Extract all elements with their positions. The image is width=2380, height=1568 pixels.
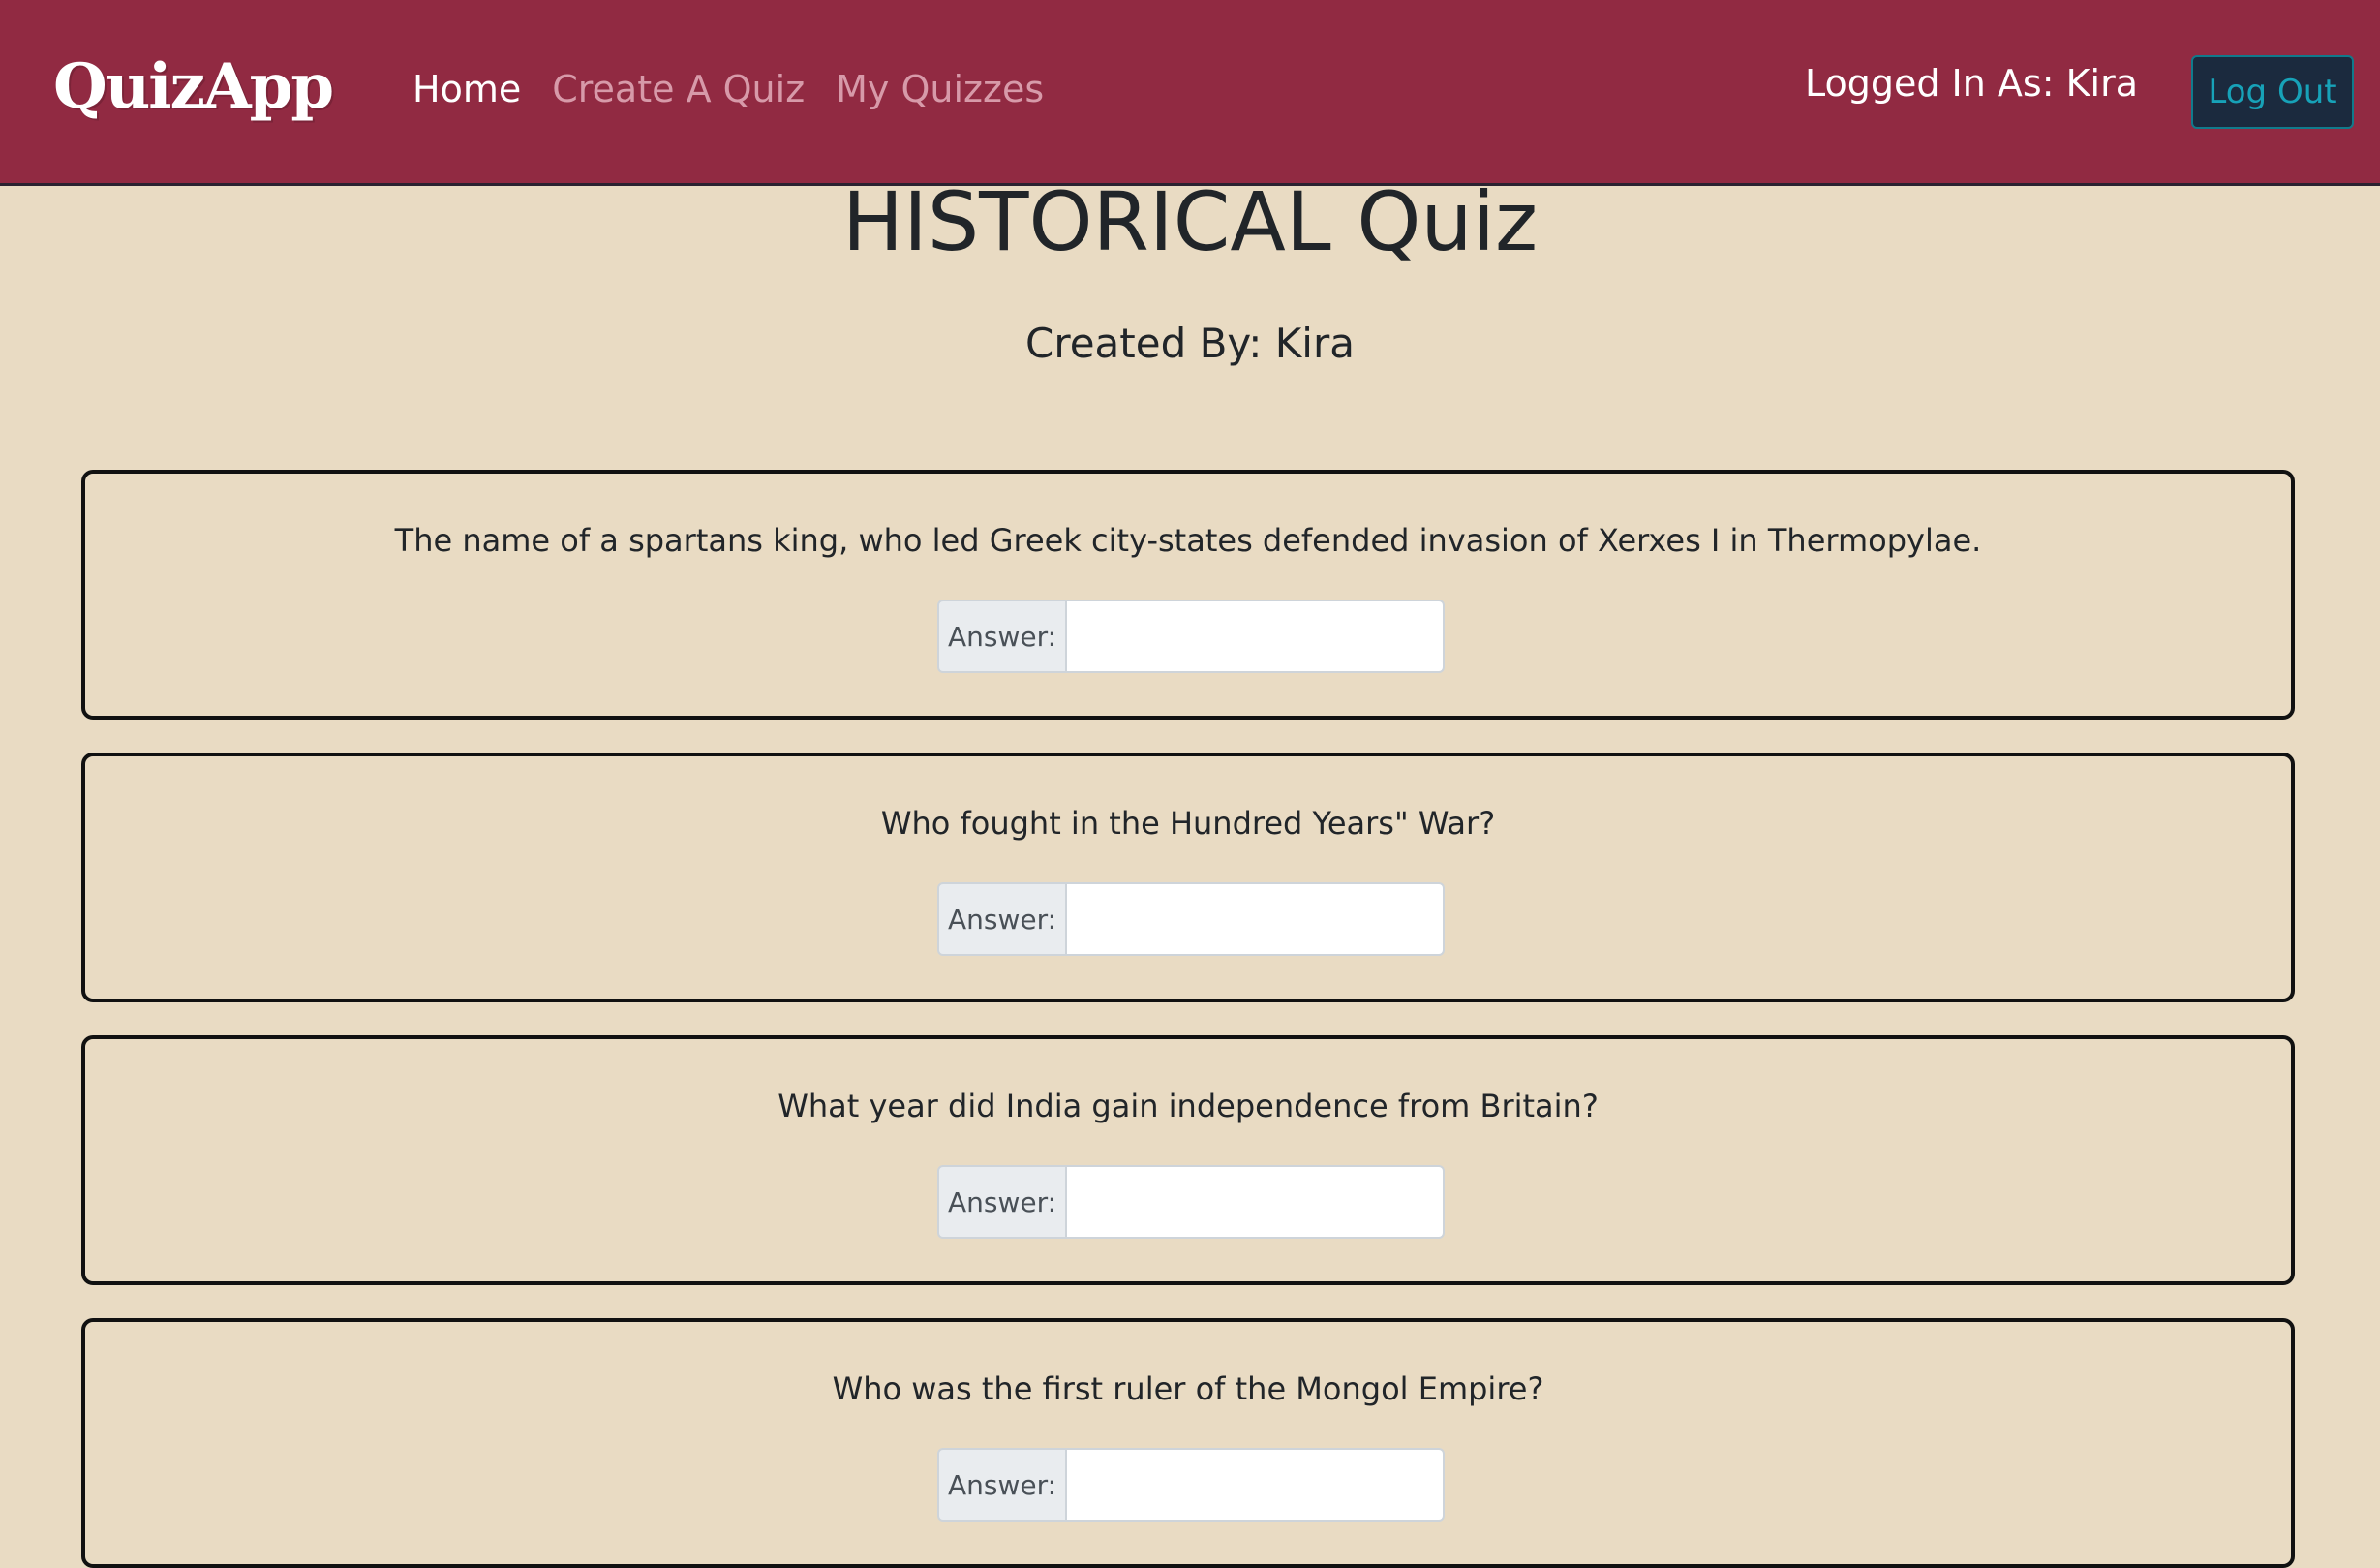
quiz-author: Created By: Kira bbox=[1025, 320, 1355, 367]
answer-label: Answer: bbox=[937, 882, 1067, 956]
answer-label: Answer: bbox=[937, 1165, 1067, 1239]
question-text: The name of a spartans king, who led Gre… bbox=[394, 522, 1982, 559]
answer-input[interactable] bbox=[1067, 1448, 1445, 1522]
logout-button[interactable]: Log Out bbox=[2191, 55, 2354, 129]
nav-link-home[interactable]: Home bbox=[412, 68, 521, 110]
answer-input[interactable] bbox=[1067, 882, 1445, 956]
question-card: What year did India gain independence fr… bbox=[81, 1035, 2295, 1285]
answer-group: Answer: bbox=[937, 600, 1445, 673]
logged-in-status: Logged In As: Kira bbox=[1804, 62, 2138, 105]
nav-links: Home Create A Quiz My Quizzes bbox=[412, 68, 1044, 110]
answer-group: Answer: bbox=[937, 1448, 1445, 1522]
answer-group: Answer: bbox=[937, 882, 1445, 956]
answer-group: Answer: bbox=[937, 1165, 1445, 1239]
nav-link-my-quizzes[interactable]: My Quizzes bbox=[836, 68, 1044, 110]
question-text: What year did India gain independence fr… bbox=[778, 1088, 1599, 1124]
navbar: QuizApp Home Create A Quiz My Quizzes Lo… bbox=[0, 0, 2380, 186]
brand-logo[interactable]: QuizApp bbox=[53, 50, 334, 123]
question-card: Who was the first ruler of the Mongol Em… bbox=[81, 1318, 2295, 1568]
answer-input[interactable] bbox=[1067, 600, 1445, 673]
question-card: Who fought in the Hundred Years" War? An… bbox=[81, 753, 2295, 1002]
quiz-title: HISTORICAL Quiz bbox=[841, 174, 1539, 269]
question-text: Who fought in the Hundred Years" War? bbox=[880, 805, 1496, 842]
answer-label: Answer: bbox=[937, 600, 1067, 673]
question-text: Who was the first ruler of the Mongol Em… bbox=[832, 1370, 1544, 1407]
answer-label: Answer: bbox=[937, 1448, 1067, 1522]
answer-input[interactable] bbox=[1067, 1165, 1445, 1239]
question-card: The name of a spartans king, who led Gre… bbox=[81, 470, 2295, 720]
nav-link-create-quiz[interactable]: Create A Quiz bbox=[552, 68, 805, 110]
